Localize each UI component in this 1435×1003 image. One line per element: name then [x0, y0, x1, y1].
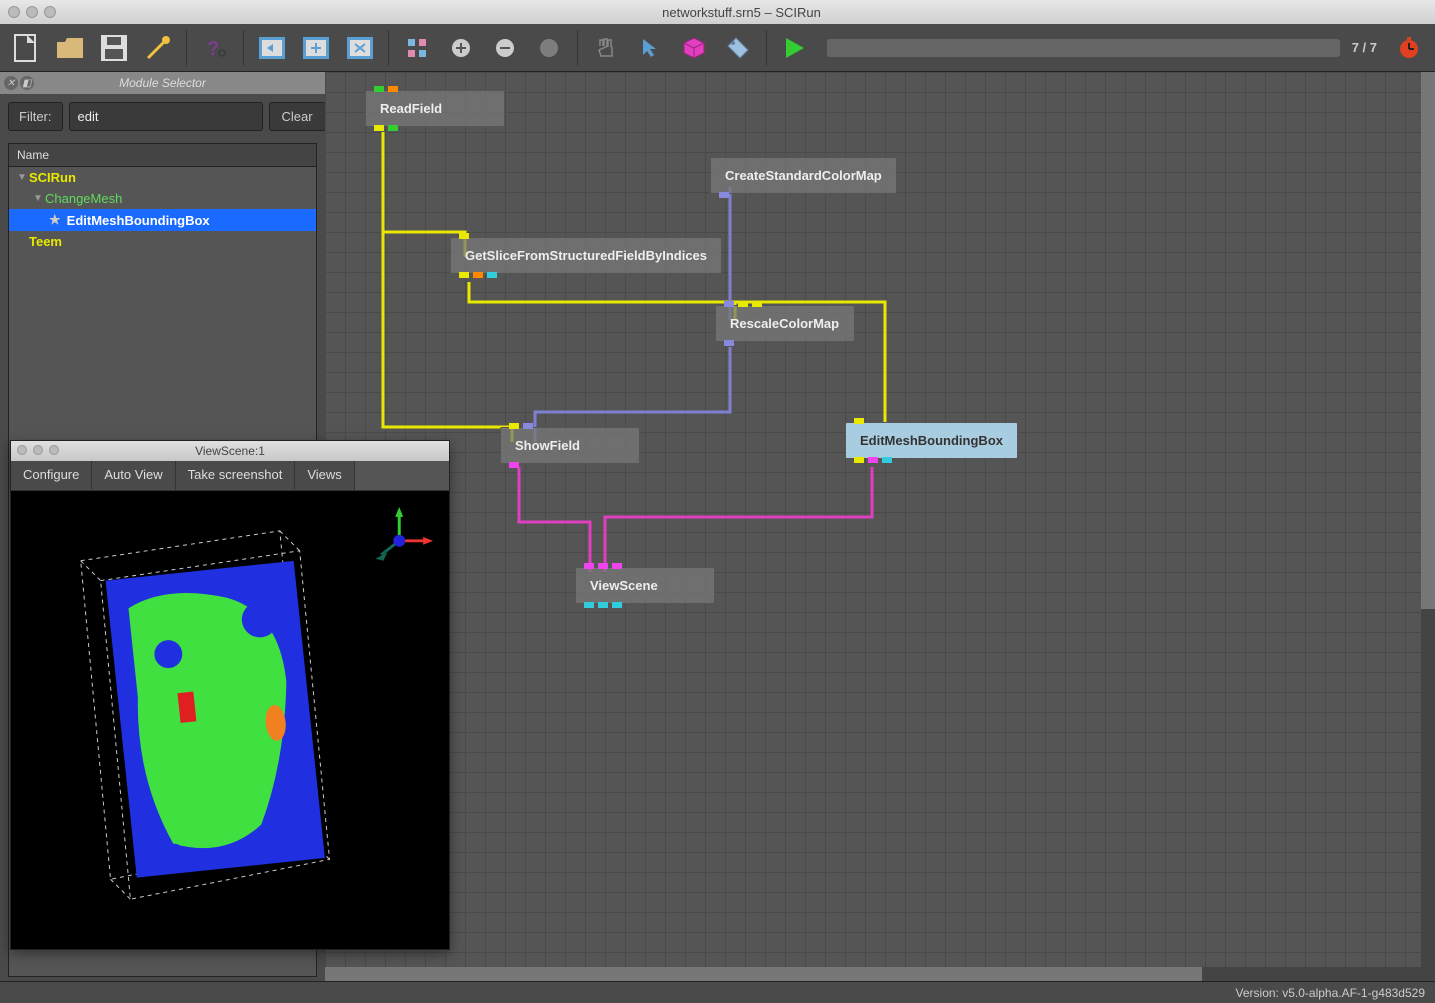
version-label: Version: v5.0-alpha.AF-1-g483d529 — [1236, 986, 1425, 1000]
layout2-button[interactable] — [296, 28, 336, 68]
viewscene-titlebar[interactable]: ViewScene:1 — [11, 441, 449, 461]
axis-gizmo-icon — [375, 507, 433, 561]
network-canvas[interactable]: ReadField GetSliceFromStructuredFieldByI… — [325, 72, 1435, 981]
status-bar: Version: v5.0-alpha.AF-1-g483d529 — [0, 981, 1435, 1003]
run-button[interactable] — [775, 28, 815, 68]
vs-autoview-button[interactable]: Auto View — [92, 461, 175, 490]
zoom-in-button[interactable] — [441, 28, 481, 68]
panel-detach-icon[interactable]: ◧ — [20, 76, 34, 90]
module-createcolormap[interactable]: CreateStandardColorMap — [710, 157, 897, 194]
vs-views-button[interactable]: Views — [295, 461, 354, 490]
open-folder-button[interactable] — [50, 28, 90, 68]
viewscene-viewport[interactable] — [11, 491, 449, 949]
package-button[interactable] — [674, 28, 714, 68]
module-rescalecolormap[interactable]: RescaleColorMap — [715, 305, 855, 342]
wand-button[interactable] — [138, 28, 178, 68]
help-button[interactable]: ? — [195, 28, 235, 68]
tree-item-changemesh[interactable]: ▼ChangeMesh — [9, 188, 316, 209]
grid-button[interactable] — [397, 28, 437, 68]
module-getslice[interactable]: GetSliceFromStructuredFieldByIndices — [450, 237, 722, 274]
window-title: networkstuff.srn5 – SCIRun — [56, 5, 1427, 20]
tree-item-teem[interactable]: Teem — [9, 231, 316, 252]
panel-header: ✕ ◧ Module Selector — [0, 72, 325, 94]
tag-button[interactable] — [718, 28, 758, 68]
canvas-scroll-vertical[interactable] — [1421, 72, 1435, 967]
titlebar: networkstuff.srn5 – SCIRun — [0, 0, 1435, 24]
save-button[interactable] — [94, 28, 134, 68]
vs-close-icon[interactable] — [17, 445, 27, 455]
pointer-button[interactable] — [630, 28, 670, 68]
panel-title: Module Selector — [119, 76, 206, 90]
pan-button[interactable] — [586, 28, 626, 68]
vs-zoom-icon[interactable] — [49, 445, 59, 455]
module-readfield[interactable]: ReadField — [365, 90, 505, 127]
alarm-icon[interactable] — [1389, 28, 1429, 68]
new-file-button[interactable] — [6, 28, 46, 68]
main-toolbar: ? 7 / 7 — [0, 24, 1435, 72]
window-controls — [8, 6, 56, 18]
tree-item-scirun[interactable]: ▼SCIRun — [9, 167, 316, 188]
viewscene-title: ViewScene:1 — [11, 444, 449, 458]
tree-item-editmeshboundingbox[interactable]: ★EditMeshBoundingBox — [9, 209, 316, 231]
viewscene-toolbar: Configure Auto View Take screenshot View… — [11, 461, 449, 491]
filter-label: Filter: — [8, 102, 63, 131]
vs-minimize-icon[interactable] — [33, 445, 43, 455]
zoom-out-button[interactable] — [485, 28, 525, 68]
minimize-icon[interactable] — [26, 6, 38, 18]
zoom-reset-button[interactable] — [529, 28, 569, 68]
filter-input[interactable] — [69, 102, 263, 131]
zoom-icon[interactable] — [44, 6, 56, 18]
svg-text:?: ? — [207, 38, 219, 59]
canvas-scroll-horizontal[interactable] — [325, 967, 1421, 981]
module-viewscene[interactable]: ViewScene — [575, 567, 715, 604]
scroll-corner — [1421, 967, 1435, 981]
module-showfield[interactable]: ShowField — [500, 427, 640, 464]
filter-clear-button[interactable]: Clear — [269, 102, 326, 131]
canvas-grid — [325, 72, 1435, 981]
panel-close-icon[interactable]: ✕ — [4, 76, 18, 90]
layout3-button[interactable] — [340, 28, 380, 68]
vs-configure-button[interactable]: Configure — [11, 461, 92, 490]
close-icon[interactable] — [8, 6, 20, 18]
vs-screenshot-button[interactable]: Take screenshot — [176, 461, 296, 490]
tree-header: Name — [9, 144, 316, 167]
viewscene-window[interactable]: ViewScene:1 Configure Auto View Take scr… — [10, 440, 450, 950]
module-editmeshboundingbox[interactable]: EditMeshBoundingBox — [845, 422, 1018, 459]
layout1-button[interactable] — [252, 28, 292, 68]
progress-bar — [827, 39, 1340, 57]
progress-label: 7 / 7 — [1352, 40, 1377, 55]
